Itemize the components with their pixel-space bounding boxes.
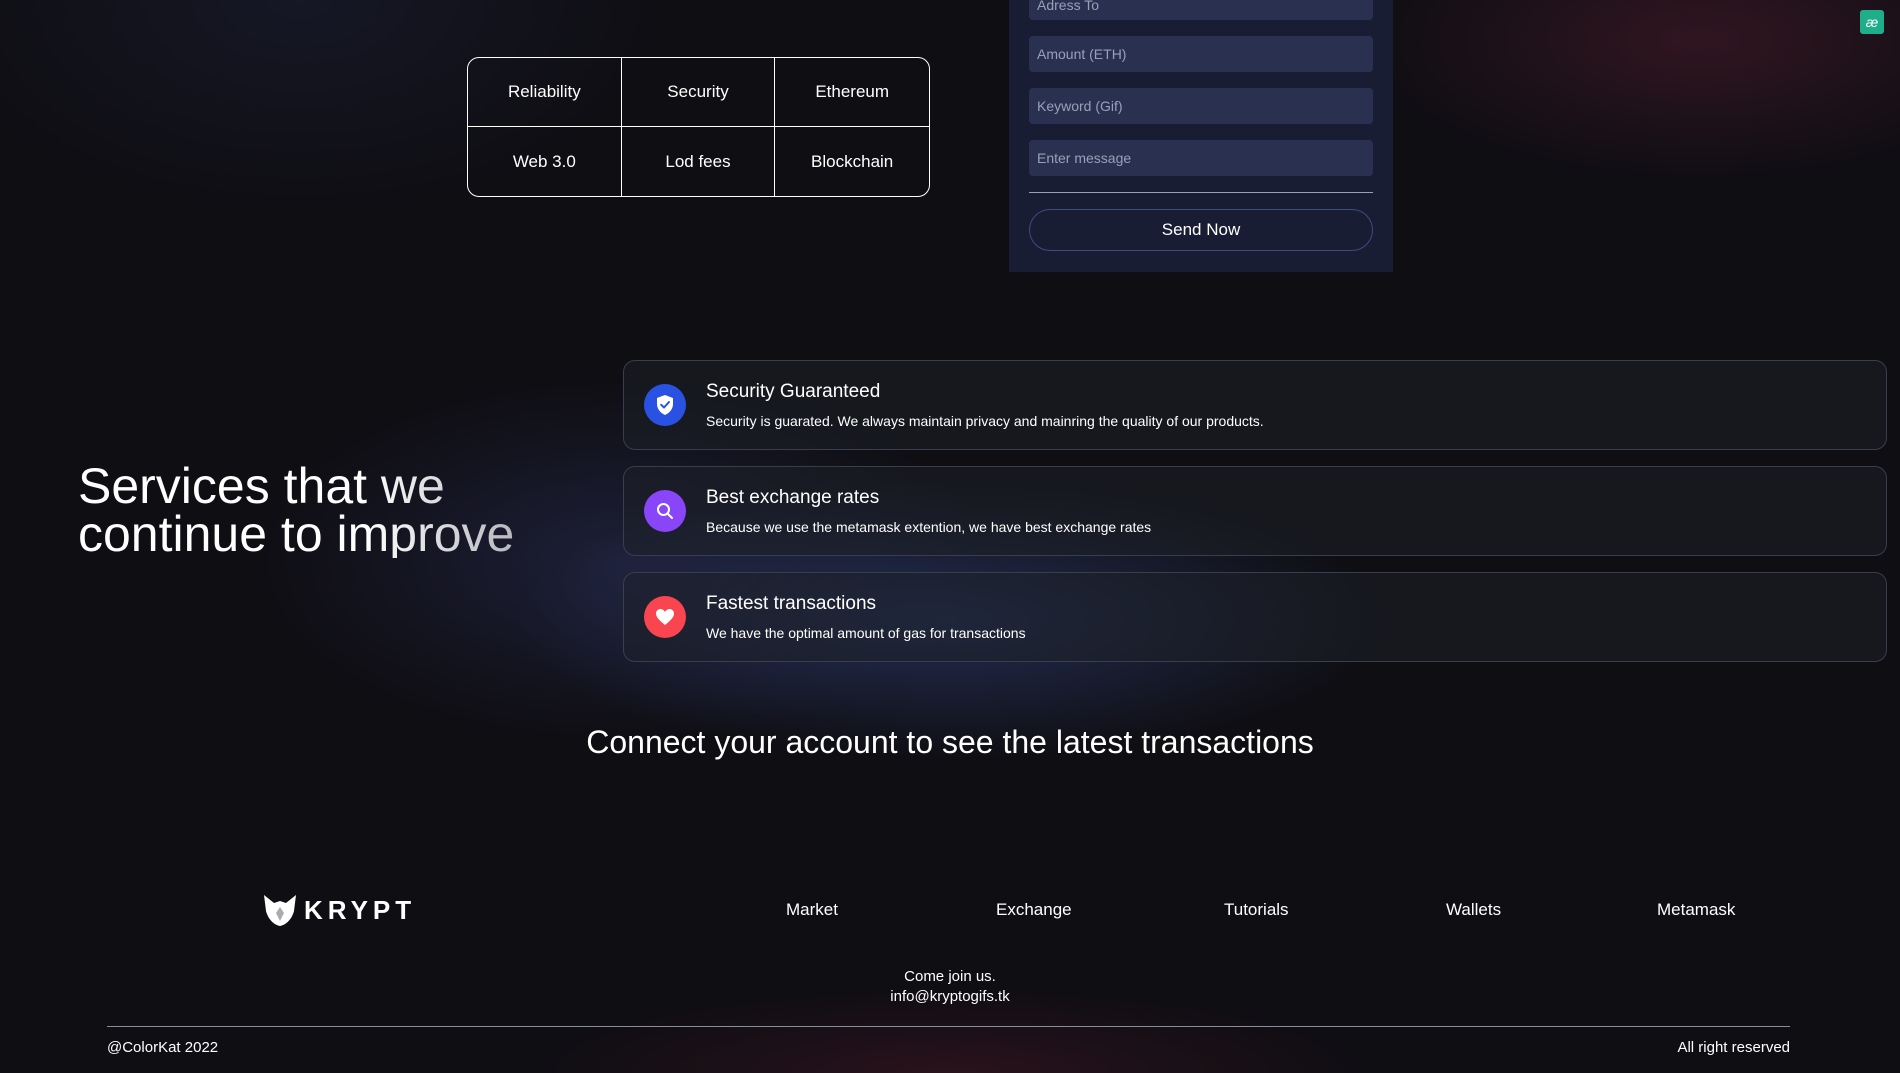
service-desc: Security is guarated. We always maintain… <box>706 413 1264 429</box>
contact-email[interactable]: info@kryptogifs.tk <box>0 987 1900 1007</box>
feature-low-fees: Lod fees <box>622 127 776 196</box>
feature-security: Security <box>621 58 776 127</box>
heart-icon <box>644 596 686 638</box>
service-card-security: Security Guaranteed Security is guarated… <box>623 360 1887 450</box>
form-divider <box>1029 192 1373 193</box>
feature-web3: Web 3.0 <box>468 127 622 196</box>
connect-account-text: Connect your account to see the latest t… <box>586 724 1314 760</box>
keyword-input[interactable] <box>1029 88 1373 124</box>
feature-blockchain: Blockchain <box>811 151 894 171</box>
service-desc: We have the optimal amount of gas for tr… <box>706 625 1026 641</box>
service-title: Fastest transactions <box>706 593 877 614</box>
service-card-exchange: Best exchange rates Because we use the m… <box>623 466 1887 556</box>
footer-copyright: @ColorKat 2022 <box>107 1039 219 1056</box>
address-input[interactable] <box>1029 0 1373 20</box>
search-icon <box>644 490 686 532</box>
service-card-transactions: Fastest transactions We have the optimal… <box>623 572 1887 662</box>
message-input[interactable] <box>1029 140 1373 176</box>
service-title: Best exchange rates <box>706 487 880 508</box>
footer-link-tutorials[interactable]: Tutorials <box>1224 900 1289 920</box>
footer-link-metamask[interactable]: Metamask <box>1657 900 1735 920</box>
shield-check-icon <box>644 384 686 426</box>
footer-link-market[interactable]: Market <box>786 900 838 920</box>
send-now-button[interactable]: Send Now <box>1029 209 1373 251</box>
footer-logo[interactable]: KRYPT <box>262 893 416 927</box>
feature-ethereum: Ethereum <box>775 58 929 127</box>
service-desc: Because we use the metamask extention, w… <box>706 519 1152 535</box>
footer-link-wallets[interactable]: Wallets <box>1446 900 1501 920</box>
service-title: Security Guaranteed <box>706 381 881 402</box>
feature-grid: Reliability Security Ethereum Web 3.0 Lo… <box>467 57 930 197</box>
amount-input[interactable] <box>1029 36 1373 72</box>
fox-logo-icon <box>264 895 296 926</box>
extension-badge-icon[interactable]: æ <box>1860 10 1884 34</box>
footer-link-exchange[interactable]: Exchange <box>996 900 1072 920</box>
services-title: Services that we continue to improve <box>78 461 598 559</box>
transfer-form: Send Now <box>1009 0 1393 272</box>
page: æ Reliability Security Ethereum Web 3.0 … <box>0 0 1900 1073</box>
footer-contact: Come join us. info@kryptogifs.tk <box>0 967 1900 1007</box>
footer-rights: All right reserved <box>1677 1039 1790 1056</box>
logo-text: KRYPT <box>304 894 417 925</box>
join-text: Come join us. <box>904 968 996 985</box>
footer-divider <box>107 1026 1790 1027</box>
feature-reliability: Reliability <box>468 58 622 127</box>
